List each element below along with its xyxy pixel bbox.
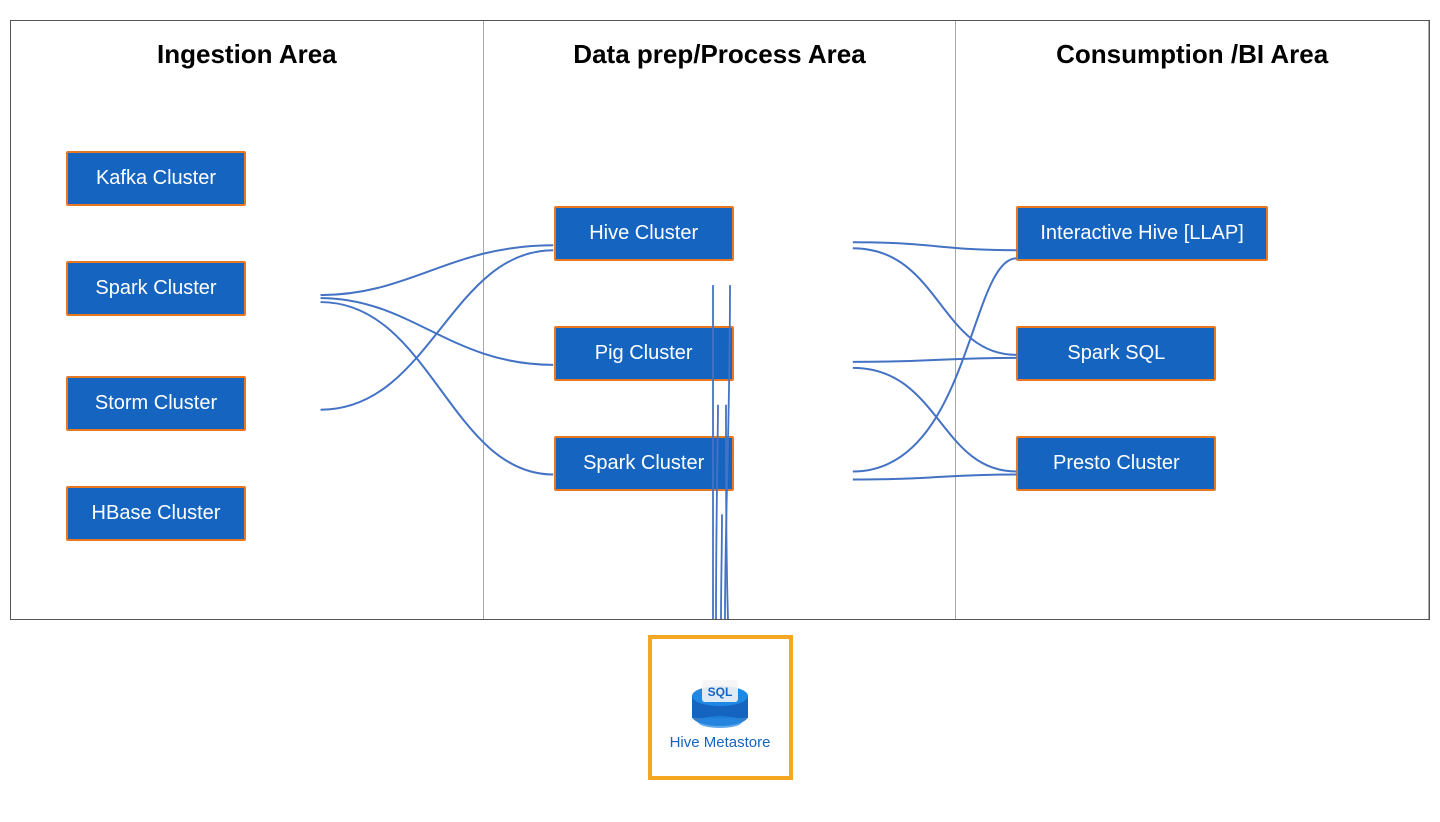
pig-cluster: Pig Cluster	[554, 326, 734, 381]
hive-metastore-box: SQL Hive Metastore	[648, 635, 793, 780]
interactive-hive-cluster: Interactive Hive [LLAP]	[1016, 206, 1267, 261]
column-ingestion: Ingestion Area Kafka Cluster Spark Clust…	[11, 21, 484, 619]
sql-icon: SQL	[684, 666, 756, 728]
spark-cluster-dp: Spark Cluster	[554, 436, 734, 491]
hbase-cluster: HBase Cluster	[66, 486, 246, 541]
svg-text:SQL: SQL	[708, 685, 733, 699]
spark-cluster-ingestion: Spark Cluster	[66, 261, 246, 316]
col-header-consumption: Consumption /BI Area	[1046, 21, 1338, 80]
metastore-label: Hive Metastore	[670, 734, 771, 751]
presto-cluster: Presto Cluster	[1016, 436, 1216, 491]
bottom-area: SQL Hive Metastore	[10, 620, 1430, 795]
col-header-ingestion: Ingestion Area	[147, 21, 347, 80]
col-header-dataprep: Data prep/Process Area	[563, 21, 875, 80]
storm-cluster: Storm Cluster	[66, 376, 246, 431]
column-consumption: Consumption /BI Area Interactive Hive [L…	[956, 21, 1429, 619]
column-dataprep: Data prep/Process Area Hive Cluster Pig …	[484, 21, 957, 619]
hive-cluster-dp: Hive Cluster	[554, 206, 734, 261]
main-container: Ingestion Area Kafka Cluster Spark Clust…	[10, 20, 1430, 795]
spark-sql-cluster: Spark SQL	[1016, 326, 1216, 381]
kafka-cluster: Kafka Cluster	[66, 151, 246, 206]
metastore-icon: SQL	[683, 665, 758, 730]
diagram-area: Ingestion Area Kafka Cluster Spark Clust…	[10, 20, 1430, 620]
